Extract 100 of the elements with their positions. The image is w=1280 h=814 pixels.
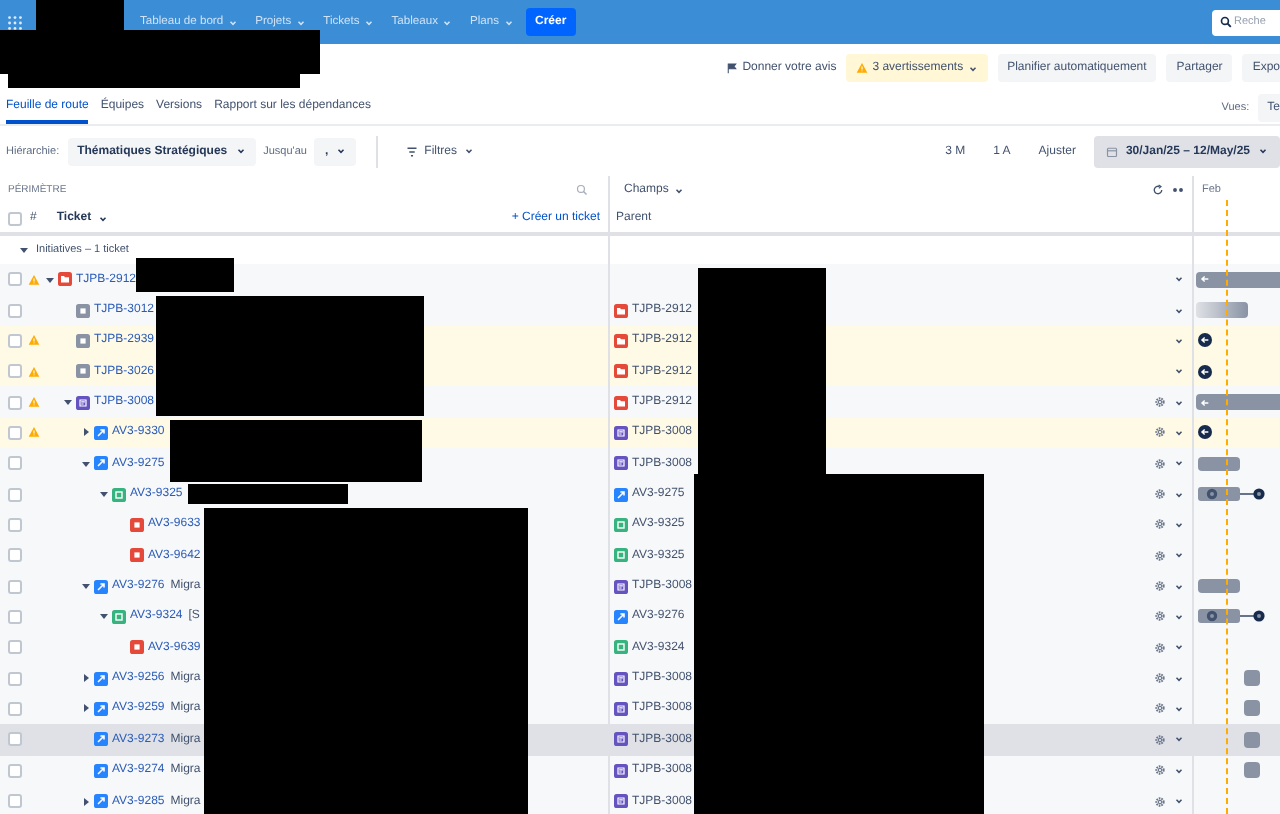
chevron-down-icon [235,146,246,156]
chevron-down-icon [1174,427,1184,438]
warning-icon [28,396,40,409]
settings-icon[interactable] [1154,457,1166,470]
settings-icon[interactable] [1154,610,1166,623]
row-checkbox[interactable] [8,487,22,502]
note-icon [614,701,628,716]
chevron-down-icon [1174,458,1184,469]
row-checkbox[interactable] [8,303,22,318]
scroll-to-bar-button[interactable] [1198,425,1212,440]
dependency-bar-drawing[interactable] [1198,486,1266,503]
square-icon [130,548,144,563]
arrow-left-icon [1200,366,1210,377]
row-checkbox[interactable] [8,548,22,563]
dependency-bar-drawing[interactable] [1198,608,1266,625]
square-icon [614,548,628,563]
row-checkbox[interactable] [8,425,22,440]
row-checkbox[interactable] [8,763,22,778]
timeline-bar[interactable] [1244,762,1260,779]
settings-icon[interactable] [1154,733,1166,746]
row-checkbox[interactable] [8,640,22,655]
select-all-checkbox[interactable] [8,211,22,225]
row-checkbox[interactable] [8,671,22,686]
row-checkbox[interactable] [8,517,22,532]
row-checkbox[interactable] [8,701,22,716]
timeline-bar[interactable] [1244,700,1260,717]
chevron-down-icon [227,17,238,27]
row-checkbox[interactable] [8,609,22,624]
warning-icon [28,426,40,439]
settings-icon[interactable] [1154,488,1166,501]
chevron-down-icon [1174,734,1184,745]
expand-icon[interactable] [1172,184,1184,196]
settings-icon[interactable] [1154,518,1166,531]
redaction-block [136,258,234,292]
settings-icon[interactable] [1154,549,1166,562]
caret-down-icon[interactable] [44,273,56,286]
caret-down-icon[interactable] [98,488,110,501]
timeline-bar[interactable] [1244,670,1260,687]
square-icon [112,609,126,624]
scroll-to-bar-button[interactable] [1198,333,1212,348]
scroll-to-bar-button[interactable] [1198,364,1212,379]
settings-icon[interactable] [1154,764,1166,777]
app-grid-icon[interactable] [8,15,22,29]
square-icon [76,303,90,318]
search-icon[interactable] [576,184,588,196]
arrows-icon [614,609,628,624]
timeline-bar[interactable] [1196,394,1280,411]
chevron-down-icon [1174,519,1184,530]
settings-icon[interactable] [1154,641,1166,654]
settings-icon[interactable] [1154,672,1166,685]
row-checkbox[interactable] [8,395,22,410]
note-icon [614,794,628,809]
chevron-down-icon [442,17,452,27]
timeline-bar[interactable] [1198,579,1240,594]
caret-right-icon[interactable] [80,795,92,808]
arrow-left-icon [1200,335,1210,346]
settings-icon[interactable] [1154,580,1166,593]
chevron-down-icon [336,146,347,156]
chevron-down-icon [363,17,374,27]
settings-icon[interactable] [1154,795,1166,808]
chevron-down-icon [1174,305,1184,316]
row-checkbox[interactable] [8,456,22,471]
row-checkbox[interactable] [8,272,22,287]
chevron-down-icon [1174,550,1184,561]
arrows-icon [94,763,108,778]
chevron-down-icon [1258,146,1268,156]
filter-icon [406,145,419,157]
folder-icon [614,333,628,348]
row-checkbox[interactable] [8,333,22,348]
chevron-down-icon [674,185,685,195]
settings-icon[interactable] [1154,426,1166,439]
refresh-icon[interactable] [1152,184,1164,196]
chevron-down-icon [1174,489,1184,500]
square-icon [614,517,628,532]
row-checkbox[interactable] [8,794,22,809]
caret-right-icon[interactable] [80,702,92,715]
timeline-bar[interactable] [1196,271,1280,288]
flag-icon [726,62,739,74]
timeline-bar[interactable] [1196,302,1248,319]
chevron-down-icon [503,17,514,27]
timeline-bar[interactable] [1198,456,1240,471]
row-checkbox[interactable] [8,364,22,379]
settings-icon[interactable] [1154,702,1166,715]
warning-icon [28,273,40,286]
square-icon [130,517,144,532]
caret-down-icon[interactable] [18,244,30,256]
row-checkbox[interactable] [8,732,22,747]
caret-down-icon[interactable] [80,580,92,593]
row-checkbox[interactable] [8,579,22,594]
timeline-bar[interactable] [1244,731,1260,748]
caret-right-icon[interactable] [80,672,92,685]
caret-down-icon[interactable] [62,396,74,409]
caret-right-icon[interactable] [80,426,92,439]
note-icon [614,456,628,471]
note-icon [614,425,628,440]
chevron-down-icon [1174,335,1184,346]
chevron-down-icon [1174,366,1184,377]
settings-icon[interactable] [1154,396,1166,409]
caret-down-icon[interactable] [80,457,92,470]
caret-down-icon[interactable] [98,610,110,623]
